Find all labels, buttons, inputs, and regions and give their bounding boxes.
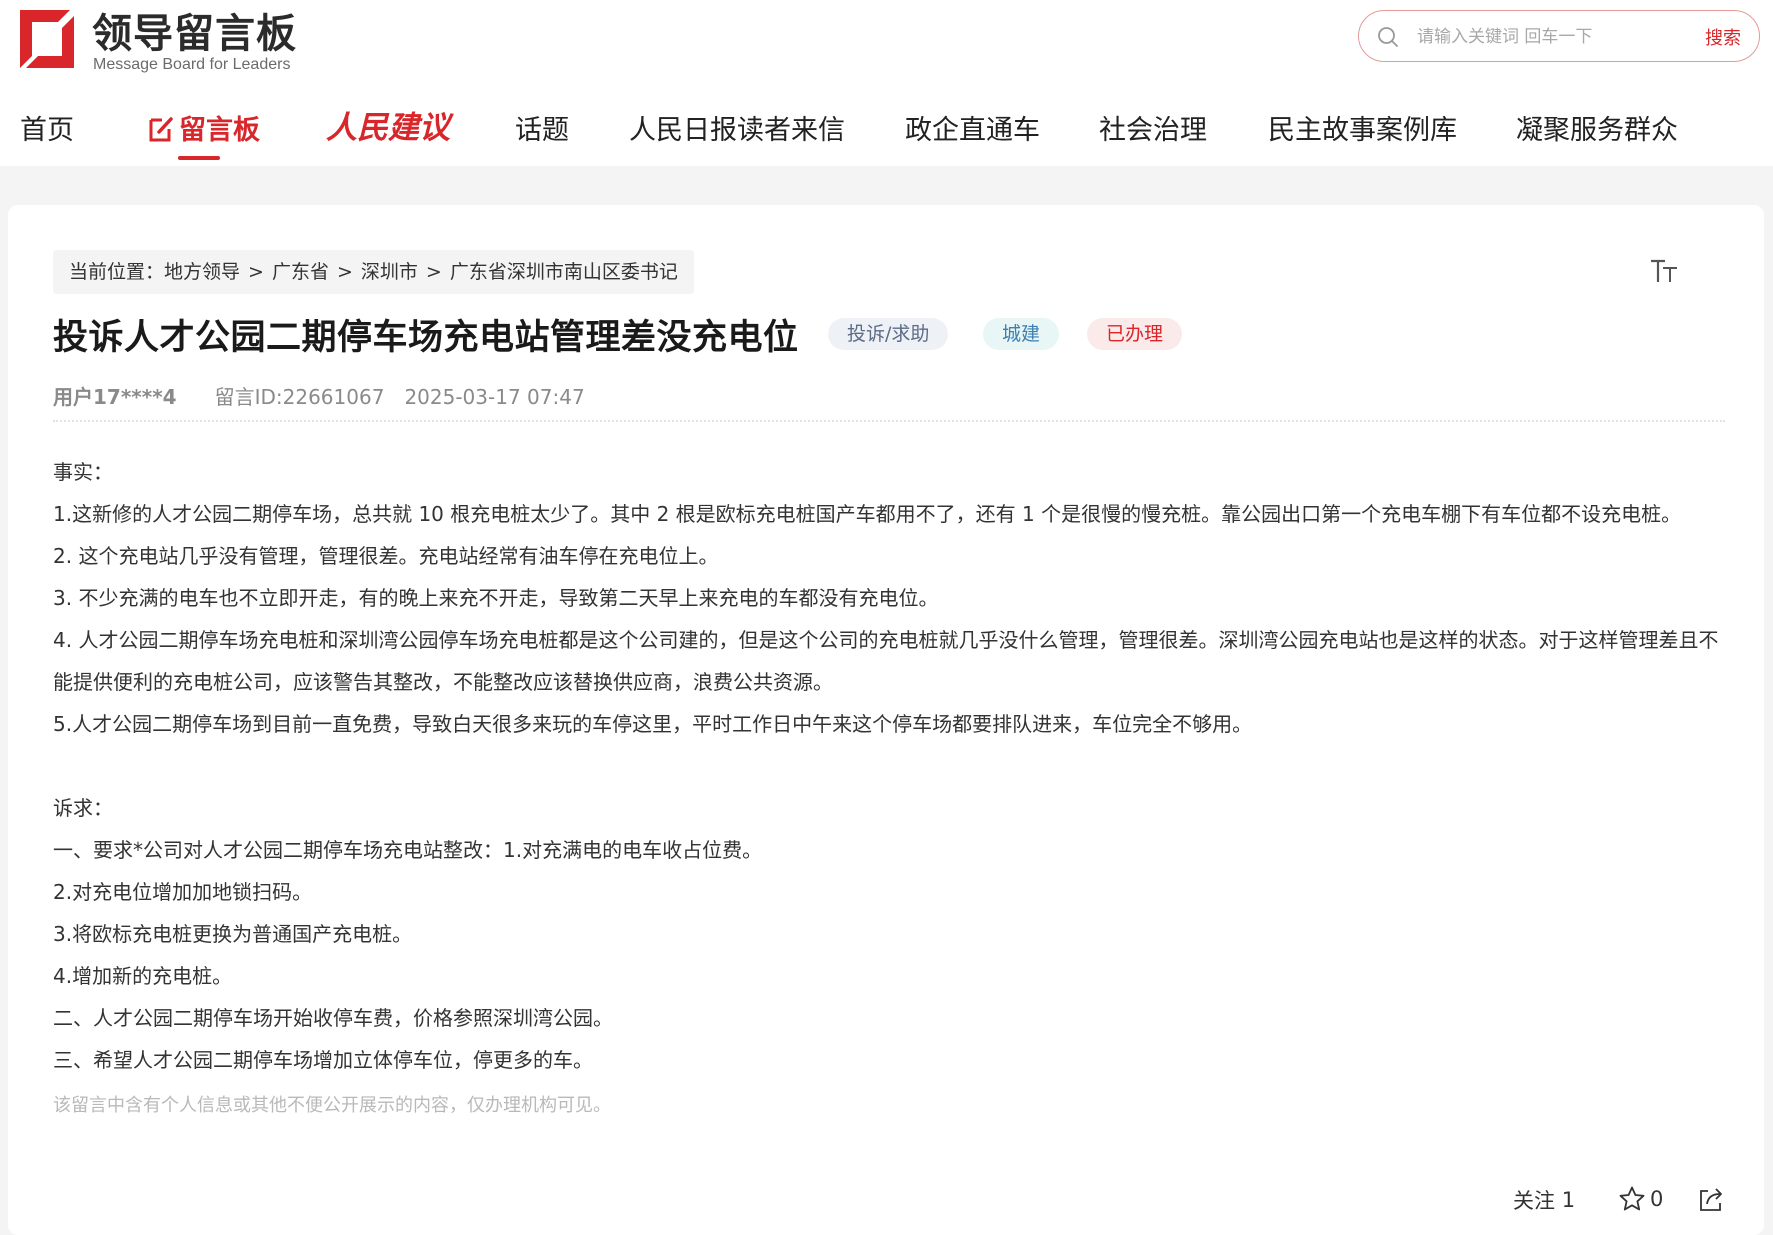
- breadcrumb-item-local-leaders[interactable]: 地方领导: [164, 261, 240, 283]
- share-icon: [1700, 1188, 1722, 1211]
- nav-item-message-board-label: 留言板: [179, 115, 260, 146]
- logo-subtitle: Message Board for Leaders: [93, 56, 291, 73]
- nav-item-social-governance[interactable]: 社会治理: [1099, 108, 1207, 147]
- status-badge: 已办理: [1087, 318, 1183, 350]
- nav-item-home[interactable]: 首页: [20, 108, 74, 147]
- nav-active-indicator: [178, 156, 220, 160]
- nav-item-message-board[interactable]: 留言板: [147, 108, 260, 147]
- breadcrumb-prefix: 当前位置：: [69, 261, 165, 283]
- breadcrumb-separator: >: [425, 261, 442, 283]
- message-datetime: 2025-03-17 07:47: [404, 385, 585, 409]
- fact-item: 5.人才公园二期停车场到目前一直免费，导致白天很多来玩的车停这里，平时工作日中午…: [53, 712, 1253, 736]
- top-header: 领导留言板 Message Board for Leaders 搜索 首页 留言…: [0, 0, 1773, 166]
- font-size-icon[interactable]: [1648, 255, 1680, 287]
- star-button[interactable]: 0: [1618, 1185, 1663, 1213]
- fact-item: 3. 不少充满的电车也不立即开走，有的晚上来充不开走，导致第二天早上来充电的车都…: [53, 586, 939, 610]
- share-button[interactable]: [1696, 1185, 1730, 1215]
- fact-item: 1.这新修的人才公园二期停车场，总共就 10 根充电桩太少了。其中 2 根是欧标…: [53, 502, 1682, 526]
- follow-label: 关注: [1513, 1189, 1555, 1213]
- breadcrumb-item-city[interactable]: 深圳市: [361, 261, 418, 283]
- search-button[interactable]: 搜索: [1705, 24, 1741, 50]
- demand-item: 二、人才公园二期停车场开始收停车费，价格参照深圳湾公园。: [53, 1006, 613, 1030]
- search-input[interactable]: [1415, 21, 1669, 53]
- message-meta: 用户17****4 留言ID:22661067 2025-03-17 07:47: [53, 381, 585, 410]
- logo-title: 领导留言板: [92, 11, 297, 57]
- nav-item-democracy-cases[interactable]: 民主故事案例库: [1268, 108, 1457, 147]
- breadcrumb-separator: >: [336, 261, 353, 283]
- site-logo[interactable]: 领导留言板 Message Board for Leaders: [20, 10, 320, 73]
- message-body: 事实： 1.这新修的人才公园二期停车场，总共就 10 根充电桩太少了。其中 2 …: [53, 451, 1728, 1127]
- search-box: 搜索: [1358, 10, 1760, 62]
- message-card: 当前位置：地方领导 > 广东省 > 深圳市 > 广东省深圳市南山区委书记 投诉人才公园二期停…: [8, 205, 1764, 1235]
- demand-item: 3.将欧标充电桩更换为普通国产充电桩。: [53, 922, 413, 946]
- fact-item: 4. 人才公园二期停车场充电桩和深圳湾公园停车场充电桩都是这个公司建的，但是这个…: [53, 628, 1719, 694]
- fact-item: 2. 这个充电站几乎没有管理，管理很差。充电站经常有油车停在充电位上。: [53, 544, 719, 568]
- demand-item: 一、要求*公司对人才公园二期停车场充电站整改：1.对充满电的电车收占位费。: [53, 838, 763, 862]
- nav-item-serve-masses[interactable]: 凝聚服务群众: [1516, 108, 1678, 147]
- breadcrumb: 当前位置：地方领导 > 广东省 > 深圳市 > 广东省深圳市南山区委书记: [53, 250, 694, 294]
- message-author: 用户17****4: [53, 385, 177, 409]
- demands-heading: 诉求：: [53, 796, 113, 820]
- tag-type: 投诉/求助: [828, 318, 949, 350]
- demand-item: 2.对充电位增加加地锁扫码。: [53, 880, 313, 904]
- star-count: 0: [1650, 1187, 1664, 1211]
- star-icon: [1619, 1186, 1645, 1211]
- message-title: 投诉人才公园二期停车场充电站管理差没充电位: [53, 318, 799, 358]
- logo-icon: [20, 10, 74, 68]
- edit-icon: [149, 117, 173, 142]
- breadcrumb-item-leader[interactable]: 广东省深圳市南山区委书记: [450, 261, 678, 283]
- breadcrumb-item-province[interactable]: 广东省: [272, 261, 329, 283]
- main-nav: 首页 留言板 人民建议 话题 人民日报读者来信 政企直通车 社会治理 民主故事案…: [0, 100, 1773, 166]
- nav-item-topics[interactable]: 话题: [515, 108, 569, 147]
- demand-item: 三、希望人才公园二期停车场增加立体停车位，停更多的车。: [53, 1048, 593, 1072]
- nav-item-gov-enterprise[interactable]: 政企直通车: [905, 108, 1040, 147]
- follow-button[interactable]: 关注 1: [1513, 1185, 1575, 1215]
- nav-item-people-suggestions[interactable]: 人民建议: [326, 102, 450, 147]
- facts-heading: 事实：: [53, 460, 113, 484]
- privacy-notice: 该留言中含有个人信息或其他不便公开展示的内容，仅办理机构可见。: [53, 1095, 611, 1116]
- divider: [53, 420, 1725, 422]
- nav-item-readers-letters[interactable]: 人民日报读者来信: [629, 108, 845, 147]
- message-id: 留言ID:22661067: [214, 385, 385, 409]
- search-icon: [1378, 27, 1398, 47]
- breadcrumb-separator: >: [248, 261, 264, 283]
- follow-count: 1: [1561, 1188, 1576, 1212]
- tag-field: 城建: [983, 318, 1060, 350]
- demand-item: 4.增加新的充电桩。: [53, 964, 233, 988]
